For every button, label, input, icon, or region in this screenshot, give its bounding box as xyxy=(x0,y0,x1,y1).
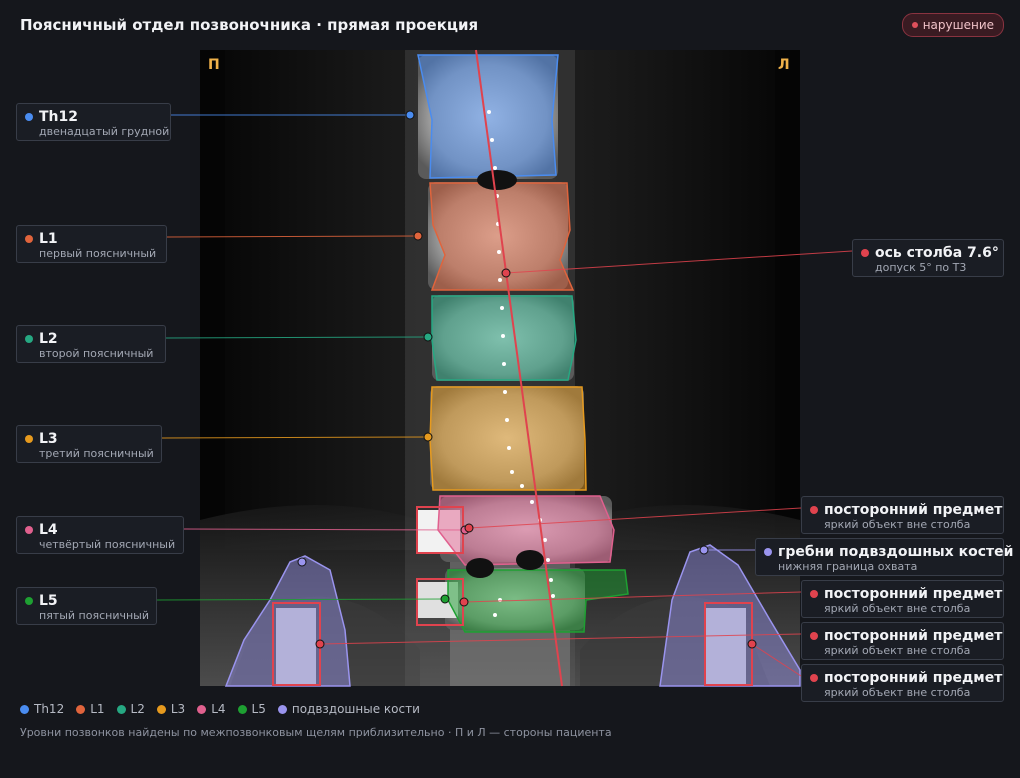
legend-swatch-icon xyxy=(277,704,287,714)
label-foreign-object-3[interactable]: посторонний предмет яркий объект вне сто… xyxy=(801,622,1004,660)
label-iliac-desc: нижняя граница охвата xyxy=(778,560,918,573)
label-iliac-crests[interactable]: гребни подвздошных костей нижняя граница… xyxy=(755,538,1014,576)
foreign-object-dot-icon xyxy=(810,506,818,514)
label-spine-axis[interactable]: ось столба 7.6° допуск 5° по Т3 xyxy=(852,239,1004,277)
label-l1[interactable]: L1 первый поясничный xyxy=(16,225,167,263)
legend-item-l2[interactable]: L2 xyxy=(116,702,145,716)
label-l3[interactable]: L3 третий поясничный xyxy=(16,425,162,463)
alert-dot-icon xyxy=(911,22,918,28)
legend-item-l3[interactable]: L3 xyxy=(156,702,186,716)
l5-dot-icon xyxy=(25,597,33,605)
xray-svg xyxy=(200,50,800,686)
legend: Th12 L1 L2 L3 L4 L5 подвздошные кости xyxy=(20,702,420,716)
legend-item-iliac[interactable]: подвздошные кости xyxy=(277,702,420,716)
label-l4-name: L4 xyxy=(39,522,58,538)
legend-label: L2 xyxy=(130,702,145,716)
label-fo4-title: посторонний предмет xyxy=(824,670,1003,686)
label-foreign-object-1[interactable]: посторонний предмет яркий объект вне сто… xyxy=(801,496,1004,534)
legend-swatch-icon xyxy=(76,704,86,714)
legend-label: L3 xyxy=(170,702,186,716)
legend-label: L5 xyxy=(251,702,266,716)
legend-swatch-icon xyxy=(197,704,207,714)
label-th12-desc: двенадцатый грудной xyxy=(39,125,170,138)
th12-dot-icon xyxy=(25,113,33,121)
label-th12-name: Th12 xyxy=(39,109,78,125)
l3-dot-icon xyxy=(25,435,33,443)
label-l1-name: L1 xyxy=(39,231,58,247)
label-l2-desc: второй поясничный xyxy=(39,347,154,360)
page-title: Поясничный отдел позвоночника · прямая п… xyxy=(20,16,479,34)
label-axis-desc: допуск 5° по Т3 xyxy=(875,261,967,274)
legend-swatch-icon xyxy=(237,704,247,714)
label-l2[interactable]: L2 второй поясничный xyxy=(16,325,166,363)
iliac-dot-icon xyxy=(764,548,772,556)
label-l2-name: L2 xyxy=(39,331,58,347)
legend-label: L4 xyxy=(211,702,226,716)
legend-item-l1[interactable]: L1 xyxy=(76,702,105,716)
label-fo3-desc: яркий объект вне столба xyxy=(824,644,971,657)
label-fo1-desc: яркий объект вне столба xyxy=(824,518,971,531)
label-l5-name: L5 xyxy=(39,593,58,609)
label-l1-desc: первый поясничный xyxy=(39,247,157,260)
legend-item-th12[interactable]: Th12 xyxy=(20,702,64,716)
xray-image xyxy=(200,50,800,686)
label-iliac-title: гребни подвздошных костей xyxy=(778,544,1014,560)
legend-label: Th12 xyxy=(34,702,65,716)
axis-dot-icon xyxy=(861,249,869,257)
label-axis-title: ось столба 7.6° xyxy=(875,245,999,261)
label-fo1-title: посторонний предмет xyxy=(824,502,1003,518)
legend-swatch-icon xyxy=(156,704,166,714)
side-marker-right-patient: П xyxy=(208,57,220,73)
l4-dot-icon xyxy=(25,526,33,534)
legend-label: подвздошные кости xyxy=(291,702,420,716)
label-foreign-object-4[interactable]: посторонний предмет яркий объект вне сто… xyxy=(801,664,1004,702)
foreign-object-dot-icon xyxy=(810,674,818,682)
status-badge-label: нарушение xyxy=(922,18,994,32)
l2-dot-icon xyxy=(25,335,33,343)
label-l4-desc: четвёртый поясничный xyxy=(39,538,176,551)
legend-item-l4[interactable]: L4 xyxy=(197,702,226,716)
legend-swatch-icon xyxy=(20,704,29,714)
status-badge: нарушение xyxy=(901,13,1004,37)
foreign-object-dot-icon xyxy=(810,632,818,640)
label-l5-desc: пятый поясничный xyxy=(39,609,149,622)
legend-swatch-icon xyxy=(116,704,126,714)
legend-item-l5[interactable]: L5 xyxy=(237,702,266,716)
label-l4[interactable]: L4 четвёртый поясничный xyxy=(16,516,184,554)
label-th12[interactable]: Th12 двенадцатый грудной xyxy=(16,103,171,141)
side-marker-left-patient: Л xyxy=(778,57,790,73)
legend-label: L1 xyxy=(90,702,105,716)
label-fo3-title: посторонний предмет xyxy=(824,628,1003,644)
label-foreign-object-2[interactable]: посторонний предмет яркий объект вне сто… xyxy=(801,580,1004,618)
label-fo4-desc: яркий объект вне столба xyxy=(824,686,971,699)
foreign-object-dot-icon xyxy=(810,590,818,598)
label-fo2-desc: яркий объект вне столба xyxy=(824,602,971,615)
label-l5[interactable]: L5 пятый поясничный xyxy=(16,587,157,625)
label-fo2-title: посторонний предмет xyxy=(824,586,1003,602)
footnote: Уровни позвонков найдены по межпозвонков… xyxy=(20,726,612,739)
l1-dot-icon xyxy=(25,235,33,243)
label-l3-desc: третий поясничный xyxy=(39,447,154,460)
label-l3-name: L3 xyxy=(39,431,58,447)
